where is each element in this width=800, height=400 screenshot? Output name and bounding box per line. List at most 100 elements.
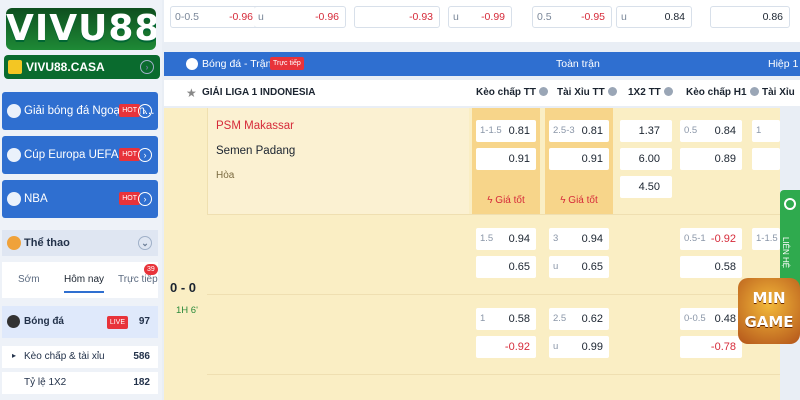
- tab-today[interactable]: Hôm nay: [64, 274, 105, 293]
- help-icon: [663, 87, 673, 96]
- help-icon: [607, 87, 617, 96]
- odds-button[interactable]: 1.5 0.94: [476, 228, 536, 250]
- contact-icon: [784, 198, 796, 210]
- odds-button[interactable]: 2.5-3 0.81: [549, 120, 609, 142]
- sidebar-league-epl[interactable]: Giải bóng đá Ngoại hạn... HOT ›: [2, 92, 158, 130]
- sidebar-item-football[interactable]: Bóng đá LIVE 97: [2, 306, 158, 338]
- football-icon: [186, 58, 198, 70]
- hot-badge: HOT: [119, 148, 140, 161]
- odds-button[interactable]: 0.5 0.84: [680, 120, 742, 142]
- league-icon: [7, 148, 21, 162]
- hot-badge: HOT: [119, 192, 140, 205]
- live-badge: LIVE: [106, 316, 128, 329]
- full-time-label: Toàn trận: [556, 58, 600, 70]
- odds-button-draw[interactable]: 4.50: [620, 176, 672, 198]
- sidebar-subitem-handicap[interactable]: ▸ Kèo chấp & tài xỉu 586: [2, 346, 158, 368]
- previous-match-odds-row: 0-0.5 -0.96 u -0.96 -0.93 u -0.99 0.5 -0.95 …: [164, 0, 800, 42]
- odds-cell[interactable]: u -0.96: [254, 6, 346, 28]
- odds-button[interactable]: 1-1.5 0.81: [476, 120, 536, 142]
- chevron-right-icon[interactable]: ›: [138, 148, 152, 162]
- sidebar-league-nba[interactable]: NBA HOT ›: [2, 180, 158, 218]
- league-row: ★ GIẢI LIGA 1 INDONESIA Kèo chấp TT Tài …: [164, 80, 800, 122]
- first-half-label: Hiệp 1: [768, 58, 799, 70]
- odds-cell[interactable]: 0.5 -0.95: [532, 6, 612, 28]
- chevron-down-icon[interactable]: ⌄: [138, 236, 152, 250]
- help-icon: [749, 87, 759, 96]
- odds-button[interactable]: 0-0.5 0.48: [680, 308, 742, 330]
- league-label: NBA: [24, 193, 48, 205]
- odds-cell[interactable]: 0.86: [710, 6, 790, 28]
- promo-line1: MIN: [752, 289, 786, 307]
- league-name: GIẢI LIGA 1 INDONESIA: [202, 87, 316, 98]
- time-tabs: Sớm Hôm nay Trực tiếp 39: [2, 262, 158, 298]
- nba-icon: [7, 192, 21, 206]
- odds-cell[interactable]: u 0.84: [616, 6, 692, 28]
- chevron-right-icon[interactable]: ›: [138, 104, 152, 118]
- domain-label: VIVU88.CASA: [26, 60, 105, 74]
- chevron-right-icon[interactable]: ›: [138, 192, 152, 206]
- best-odds-link[interactable]: ϟ Giá tốt: [549, 190, 609, 212]
- star-icon[interactable]: ★: [186, 80, 197, 106]
- sport-section-header[interactable]: Thể thao ⌄: [2, 230, 158, 256]
- odds-button[interactable]: 0.5-1 -0.92: [680, 228, 742, 250]
- event-count: 97: [138, 316, 150, 327]
- contact-label: LIÊN HỆ: [781, 236, 791, 269]
- help-icon: [539, 87, 549, 96]
- odds-button[interactable]: 0.65: [476, 256, 536, 278]
- odds-button[interactable]: 1: [752, 120, 780, 142]
- sidebar-item-label: Kèo chấp & tài xỉu: [24, 351, 105, 362]
- match-score: 0 - 0: [170, 280, 197, 295]
- match-time: 1H 6': [176, 305, 198, 316]
- col-header: Kèo chấp TT: [476, 80, 549, 106]
- live-tag[interactable]: Trực tiếp: [270, 57, 304, 70]
- odds-button[interactable]: [752, 148, 780, 170]
- odds-button[interactable]: 1 0.58: [476, 308, 536, 330]
- odds-button[interactable]: 3 0.94: [549, 228, 609, 250]
- odds-button[interactable]: 2.5 0.62: [549, 308, 609, 330]
- league-icon: [7, 104, 21, 118]
- event-count: 586: [133, 351, 150, 362]
- away-team: Semen Padang: [216, 145, 296, 157]
- odds-button[interactable]: u 0.99: [549, 336, 609, 358]
- best-odds-link[interactable]: ϟ Giá tốt: [476, 190, 536, 212]
- col-header: Tài Xỉu TT: [557, 80, 617, 106]
- odds-button[interactable]: 0.91: [549, 148, 609, 170]
- odds-button[interactable]: -0.78: [680, 336, 742, 358]
- domain-banner[interactable]: VIVU88.CASA ›: [4, 55, 160, 79]
- sidebar-item-label: Tỷ lệ 1X2: [24, 377, 67, 388]
- odds-button-away-win[interactable]: 6.00: [620, 148, 672, 170]
- odds-button[interactable]: 0.58: [680, 256, 742, 278]
- tab-early[interactable]: Sớm: [18, 274, 40, 285]
- draw-label: Hòa: [216, 170, 235, 181]
- league-label: Cúp Europa UEFA: [24, 149, 119, 161]
- odds-button-home-win[interactable]: 1.37: [620, 120, 672, 142]
- odds-button[interactable]: u 0.65: [549, 256, 609, 278]
- handicap-column: 1-1.5 0.81 0.91 ϟ Giá tốt: [472, 108, 540, 214]
- sidebar-subitem-1x2[interactable]: Tỷ lệ 1X2 182: [2, 372, 158, 394]
- sports-icon: [7, 236, 21, 250]
- odds-button[interactable]: 1-1.5: [752, 228, 780, 250]
- odds-cell[interactable]: u -0.99: [448, 6, 512, 28]
- chevron-right-icon[interactable]: ›: [140, 60, 154, 74]
- home-team: PSM Makassar: [216, 120, 294, 132]
- odds-cell[interactable]: -0.93: [354, 6, 440, 28]
- row-divider: [207, 294, 780, 295]
- event-count: 182: [133, 377, 150, 388]
- mingame-promo[interactable]: MIN GAME: [738, 278, 800, 344]
- sport-header-label: Thể thao: [24, 237, 70, 249]
- tab-live[interactable]: Trực tiếp: [118, 274, 158, 285]
- match-teams[interactable]: PSM Makassar Semen Padang Hòa: [207, 108, 469, 214]
- football-icon: [7, 315, 20, 328]
- hot-badge: HOT: [119, 104, 140, 117]
- sidebar-item-label: Bóng đá: [24, 316, 64, 327]
- promo-line2: GAME: [744, 313, 794, 331]
- sidebar-league-europa[interactable]: Cúp Europa UEFA HOT ›: [2, 136, 158, 174]
- odds-button[interactable]: 0.89: [680, 148, 742, 170]
- row-divider: [207, 374, 780, 375]
- brand-logo[interactable]: VIVU88: [6, 8, 156, 50]
- odds-button[interactable]: 0.91: [476, 148, 536, 170]
- odds-button[interactable]: -0.92: [476, 336, 536, 358]
- live-count-badge: 39: [144, 264, 158, 275]
- market-header: Bóng đá - Trận đấu Trực tiếp Toàn trận H…: [164, 52, 800, 76]
- odds-cell[interactable]: 0-0.5 -0.96: [170, 6, 260, 28]
